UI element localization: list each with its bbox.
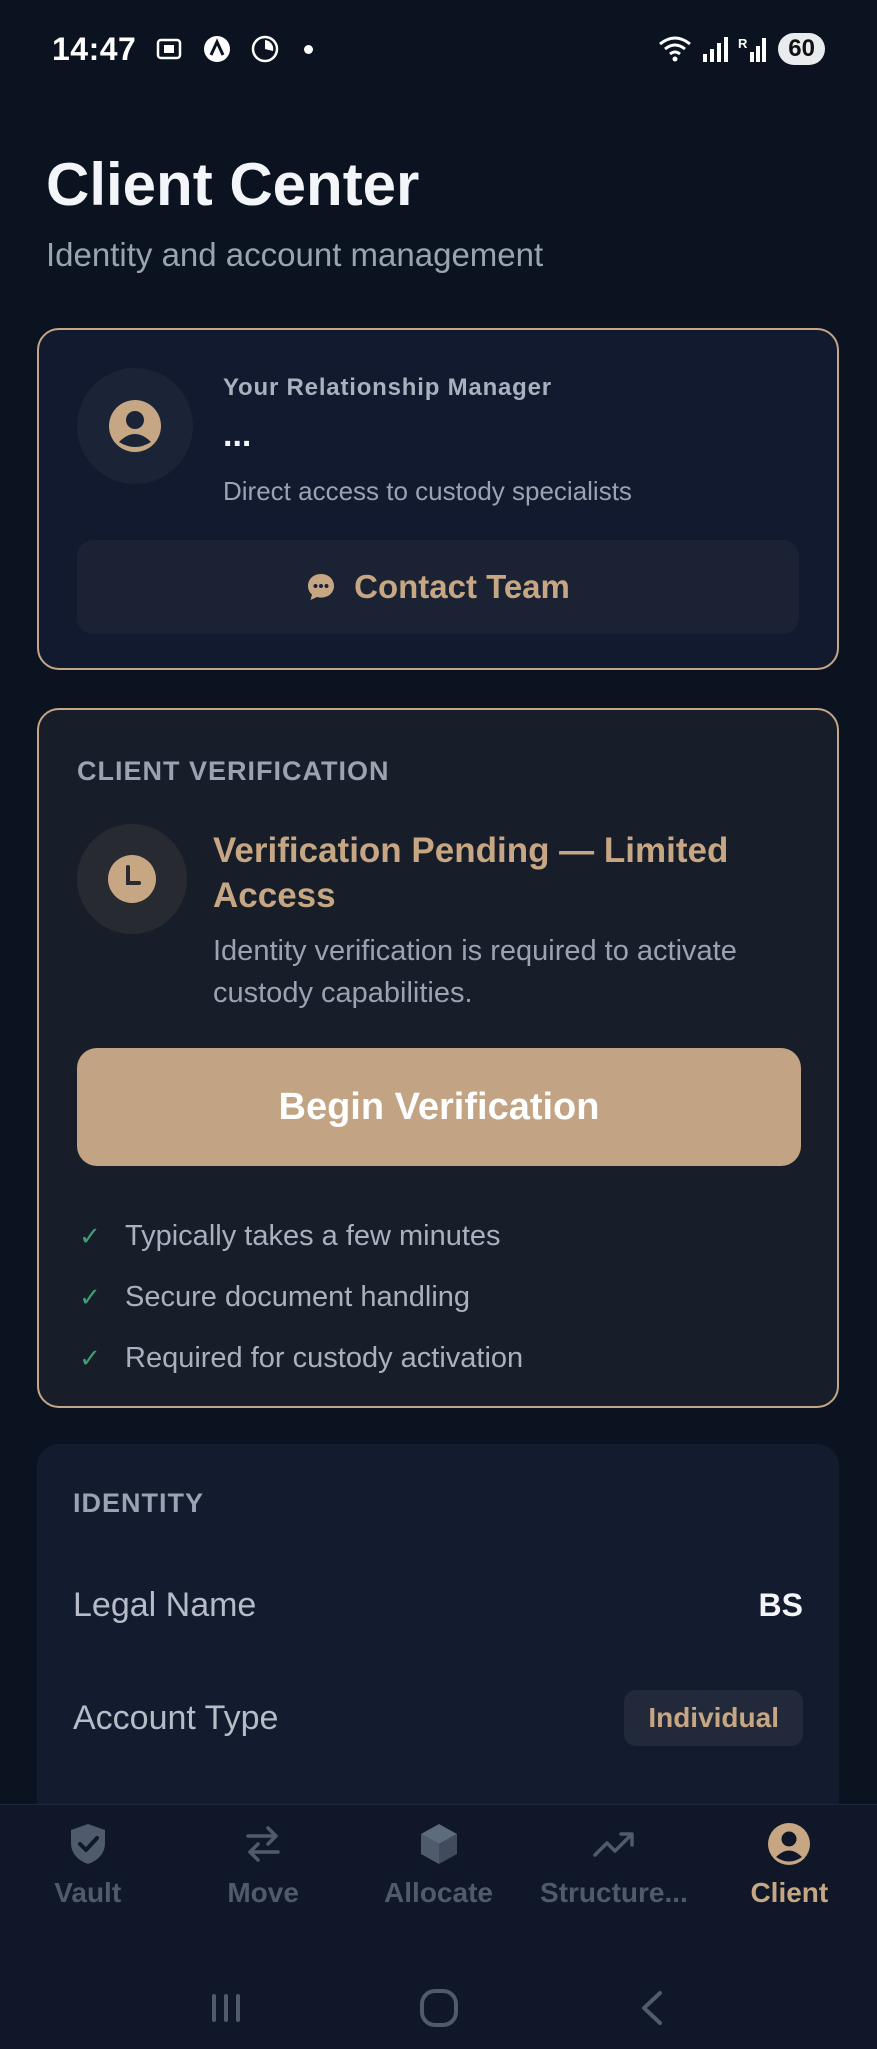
status-bar: 14:47 R 60: [0, 0, 877, 98]
checkmark-icon: ✓: [79, 1221, 101, 1251]
begin-verification-button[interactable]: Begin Verification: [77, 1048, 801, 1166]
identity-section-label: IDENTITY: [73, 1488, 205, 1518]
tab-vault[interactable]: Vault: [0, 1821, 175, 1935]
status-time: 14:47: [52, 30, 137, 67]
tab-move[interactable]: Move: [175, 1821, 350, 1935]
manager-avatar: [77, 368, 193, 484]
back-icon[interactable]: [632, 1988, 672, 2028]
home-icon[interactable]: [417, 1986, 461, 2030]
trend-up-icon: [593, 1832, 634, 1857]
list-item-text: Secure document handling: [125, 1281, 471, 1313]
verification-status-title: Verification Pending — Limited Access: [213, 831, 729, 915]
signal-roaming-icon: R: [738, 36, 767, 62]
timer-icon: [252, 35, 279, 63]
legal-name-value: BS: [758, 1587, 803, 1623]
user-circle-icon: [109, 400, 161, 452]
clock-icon: [108, 855, 156, 903]
swap-arrows-icon: [246, 1826, 280, 1862]
cube-icon: [420, 1824, 457, 1864]
status-right: R 60: [658, 33, 825, 65]
svg-text:R: R: [738, 36, 748, 51]
page-subtitle: Identity and account management: [46, 236, 544, 273]
signal-icon: [703, 37, 729, 62]
legal-name-label: Legal Name: [73, 1586, 257, 1624]
app-a-icon: [204, 36, 231, 62]
chat-bubble-icon: [308, 574, 335, 600]
tab-allocate[interactable]: Allocate: [351, 1821, 526, 1935]
nav-tabs: Vault Move Allocate Structure... Client: [0, 1805, 877, 1935]
account-type-row: Account Type Individual: [73, 1690, 803, 1746]
checkmark-icon: ✓: [79, 1282, 101, 1312]
tab-vault-label: Vault: [54, 1877, 122, 1908]
manager-name: ...: [223, 416, 252, 454]
battery-indicator: 60: [778, 33, 825, 65]
checkmark-icon: ✓: [79, 1343, 101, 1373]
tab-structure[interactable]: Structure...: [526, 1821, 701, 1935]
contact-team-button[interactable]: Contact Team: [77, 540, 799, 634]
list-item: ✓ Secure document handling: [77, 1267, 523, 1328]
verification-status-icon-wrap: [77, 824, 187, 934]
verification-section-label: CLIENT VERIFICATION: [77, 756, 390, 786]
page-header: Client Center Identity and account manag…: [46, 150, 543, 274]
relationship-manager-card: Your Relationship Manager ... Direct acc…: [37, 328, 839, 670]
tab-client[interactable]: Client: [702, 1821, 877, 1935]
identity-card: IDENTITY Legal Name BS Account Type Indi…: [37, 1444, 839, 1804]
shield-check-icon: [70, 1824, 105, 1864]
page-title: Client Center: [46, 151, 420, 218]
list-item: ✓ Typically takes a few minutes: [77, 1206, 523, 1267]
notification-dot: [304, 44, 314, 54]
status-left: 14:47: [52, 30, 314, 68]
list-item-text: Required for custody activation: [125, 1342, 524, 1374]
account-type-label: Account Type: [73, 1698, 279, 1737]
screenshot-icon: [157, 38, 182, 60]
manager-label: Your Relationship Manager: [223, 374, 552, 401]
legal-name-row: Legal Name BS: [73, 1586, 803, 1625]
verification-benefits-list: ✓ Typically takes a few minutes ✓ Secure…: [77, 1206, 523, 1389]
manager-description: Direct access to custody specialists: [223, 476, 632, 506]
system-navigation-bar: [0, 1983, 877, 2033]
wifi-icon: [659, 36, 692, 62]
list-item: ✓ Required for custody activation: [77, 1328, 523, 1389]
tab-client-label: Client: [750, 1877, 829, 1908]
tab-allocate-label: Allocate: [384, 1877, 493, 1908]
list-item-text: Typically takes a few minutes: [125, 1220, 501, 1252]
verification-description: Identity verification is required to act…: [213, 935, 737, 1009]
bottom-navigation: Vault Move Allocate Structure... Client: [0, 1804, 877, 2049]
tab-move-label: Move: [227, 1877, 299, 1908]
account-type-badge: Individual: [624, 1690, 803, 1746]
client-verification-card: CLIENT VERIFICATION Verification Pending…: [37, 708, 839, 1408]
recent-apps-icon[interactable]: [206, 1988, 246, 2028]
tab-structure-label: Structure...: [540, 1877, 688, 1908]
user-circle-icon: [768, 1823, 811, 1865]
contact-team-label: Contact Team: [354, 568, 570, 605]
